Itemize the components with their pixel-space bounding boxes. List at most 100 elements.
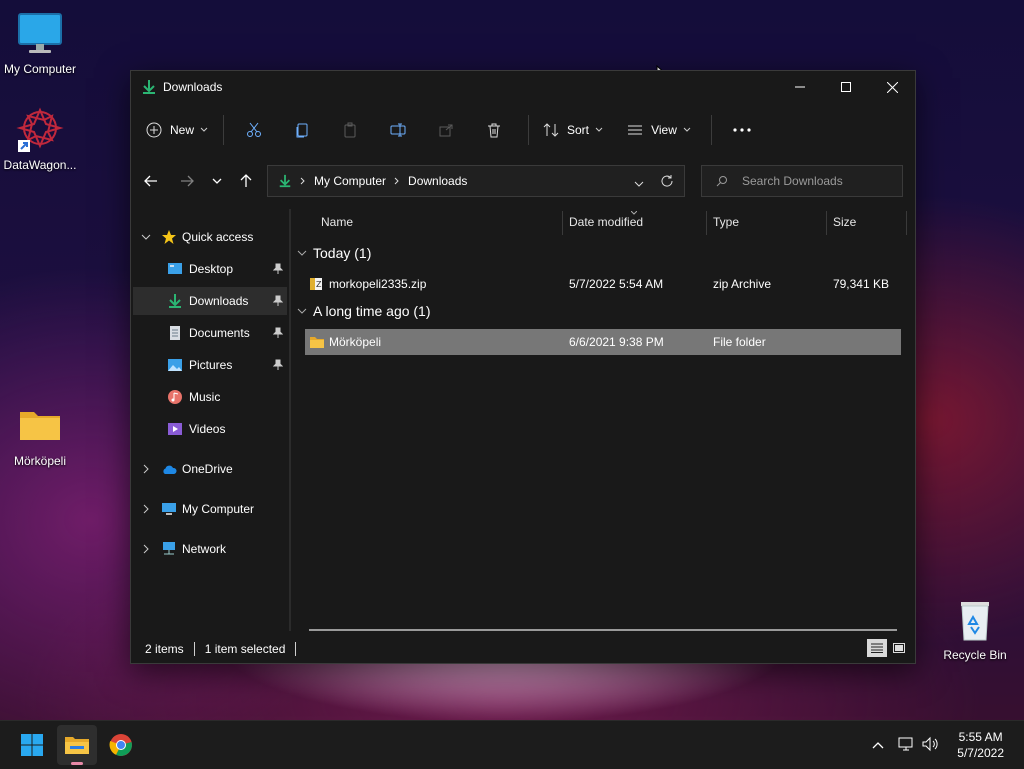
up-button[interactable] xyxy=(230,165,262,197)
copy-button[interactable] xyxy=(280,114,324,146)
sort-button[interactable]: Sort xyxy=(537,114,609,146)
desktop-icon-my-computer[interactable]: My Computer xyxy=(0,10,80,76)
toolbar-divider xyxy=(711,115,712,145)
search-icon xyxy=(716,176,727,187)
title-bar[interactable]: Downloads xyxy=(131,71,915,103)
forward-button[interactable] xyxy=(171,165,203,197)
address-row: My Computer Downloads Search Downloads xyxy=(131,157,915,205)
taskbar-file-explorer[interactable] xyxy=(57,725,97,765)
breadcrumb-my-computer[interactable]: My Computer xyxy=(314,174,386,188)
tiles-view-button[interactable] xyxy=(889,639,909,657)
download-icon xyxy=(169,294,181,308)
start-button[interactable] xyxy=(12,725,52,765)
network-status-button[interactable] xyxy=(898,733,916,757)
recent-locations-button[interactable] xyxy=(201,165,233,197)
details-view-icon xyxy=(871,643,883,653)
star-icon xyxy=(162,230,176,244)
network-wired-icon xyxy=(898,737,913,751)
clock-time: 5:55 AM xyxy=(958,730,1003,744)
nav-network[interactable]: Network xyxy=(131,535,289,563)
group-header-today[interactable]: Today (1) xyxy=(297,245,371,261)
nav-my-computer-label: My Computer xyxy=(182,502,255,516)
desktop-icon-datawagon[interactable]: DataWagon... xyxy=(0,106,80,172)
column-divider[interactable] xyxy=(562,211,563,235)
more-options-button[interactable] xyxy=(720,114,764,146)
chevron-right-icon xyxy=(300,177,305,185)
file-name: morkopeli2335.zip xyxy=(329,277,427,291)
maximize-button[interactable] xyxy=(823,71,869,103)
download-icon xyxy=(143,80,155,94)
group-label: Today (1) xyxy=(313,245,372,261)
nav-item-label: Downloads xyxy=(189,294,249,308)
ellipsis-icon xyxy=(733,128,751,132)
datawagon-logo-icon xyxy=(16,106,64,154)
nav-item-music[interactable]: Music xyxy=(133,383,287,411)
taskbar: 5:55 AM 5/7/2022 xyxy=(0,720,1024,769)
chevron-right-icon xyxy=(143,504,149,514)
column-divider[interactable] xyxy=(826,211,827,235)
desktop-icon-label: My Computer xyxy=(3,62,77,76)
desktop-icon-label: Recycle Bin xyxy=(943,648,1007,662)
desktop-icon xyxy=(168,263,182,274)
command-bar: New Sort View xyxy=(131,103,915,157)
chrome-icon xyxy=(109,734,132,756)
table-row[interactable]: Mörköpeli 6/6/2021 9:38 PM File folder xyxy=(305,329,901,355)
new-button[interactable]: New xyxy=(143,114,211,146)
nav-item-downloads[interactable]: Downloads xyxy=(133,287,287,315)
status-bar: 2 items 1 item selected xyxy=(131,635,915,663)
column-header-name[interactable]: Name xyxy=(321,205,353,239)
chevron-down-icon xyxy=(297,308,307,314)
new-button-label: New xyxy=(169,123,194,137)
view-list-icon xyxy=(628,125,643,135)
paste-button[interactable] xyxy=(328,114,372,146)
taskbar-chrome[interactable] xyxy=(101,725,141,765)
view-button[interactable]: View xyxy=(619,114,699,146)
minimize-button[interactable] xyxy=(777,71,823,103)
rename-button[interactable] xyxy=(376,114,420,146)
share-button[interactable] xyxy=(424,114,468,146)
nav-quick-access[interactable]: Quick access xyxy=(131,223,289,251)
horizontal-scrollbar[interactable] xyxy=(309,629,897,631)
back-button[interactable] xyxy=(135,165,167,197)
chevron-down-icon xyxy=(634,181,644,187)
details-view-button[interactable] xyxy=(867,639,887,657)
refresh-button[interactable] xyxy=(660,174,674,191)
column-divider[interactable] xyxy=(706,211,707,235)
folder-icon xyxy=(310,337,324,348)
address-dropdown-button[interactable] xyxy=(634,176,644,190)
nav-onedrive[interactable]: OneDrive xyxy=(131,455,289,483)
arrow-up-icon xyxy=(240,174,252,187)
table-row[interactable]: Z morkopeli2335.zip 5/7/2022 5:54 AM zip… xyxy=(305,271,901,297)
cut-button[interactable] xyxy=(232,114,276,146)
volume-button[interactable] xyxy=(922,733,940,757)
group-header-long-ago[interactable]: A long time ago (1) xyxy=(297,303,431,319)
nav-item-documents[interactable]: Documents xyxy=(133,319,287,347)
address-bar[interactable]: My Computer Downloads xyxy=(267,165,685,197)
chevron-down-icon xyxy=(683,127,691,132)
document-icon xyxy=(170,326,180,340)
delete-button[interactable] xyxy=(472,114,516,146)
clock-date: 5/7/2022 xyxy=(957,746,1004,760)
nav-my-computer[interactable]: My Computer xyxy=(131,495,289,523)
nav-onedrive-label: OneDrive xyxy=(182,462,233,476)
taskbar-clock[interactable]: 5:55 AM 5/7/2022 xyxy=(957,729,1004,761)
status-selection: 1 item selected xyxy=(204,642,286,656)
explorer-content: Quick access Desktop Downloads Documents… xyxy=(131,205,915,635)
pin-icon xyxy=(273,263,283,274)
chevron-down-icon xyxy=(595,127,603,132)
desktop-icon-recycle-bin[interactable]: Recycle Bin xyxy=(935,596,1015,662)
nav-item-desktop[interactable]: Desktop xyxy=(133,255,287,283)
desktop-icon-morkopeli[interactable]: Mörköpeli xyxy=(0,402,80,468)
search-box[interactable]: Search Downloads xyxy=(701,165,903,197)
show-hidden-icons-button[interactable] xyxy=(872,733,884,754)
column-header-size[interactable]: Size xyxy=(833,205,856,239)
column-divider[interactable] xyxy=(906,211,907,235)
breadcrumb-downloads[interactable]: Downloads xyxy=(408,174,467,188)
close-button[interactable] xyxy=(869,71,915,103)
column-header-type[interactable]: Type xyxy=(713,205,739,239)
chevron-right-icon xyxy=(394,177,399,185)
nav-item-videos[interactable]: Videos xyxy=(133,415,287,443)
desktop-icon-label: Mörköpeli xyxy=(13,454,67,468)
nav-item-label: Desktop xyxy=(189,262,234,276)
nav-item-pictures[interactable]: Pictures xyxy=(133,351,287,379)
